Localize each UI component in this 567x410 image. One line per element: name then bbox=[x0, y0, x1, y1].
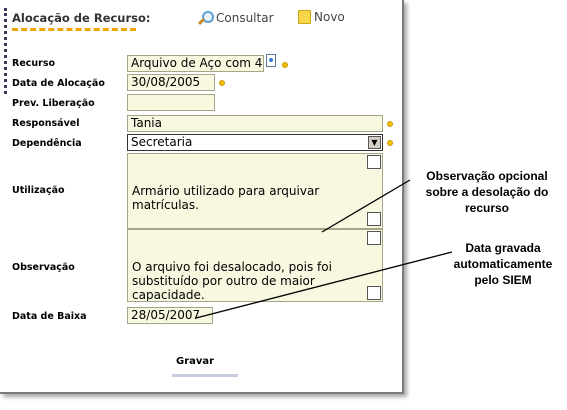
data-callout-line bbox=[195, 251, 453, 319]
data-callout: Data gravada automaticamente pelo SIEM bbox=[453, 241, 553, 287]
observacao-callout-line bbox=[321, 179, 411, 233]
observacao-callout: Observação opcional sobre a desolação do… bbox=[425, 169, 549, 215]
